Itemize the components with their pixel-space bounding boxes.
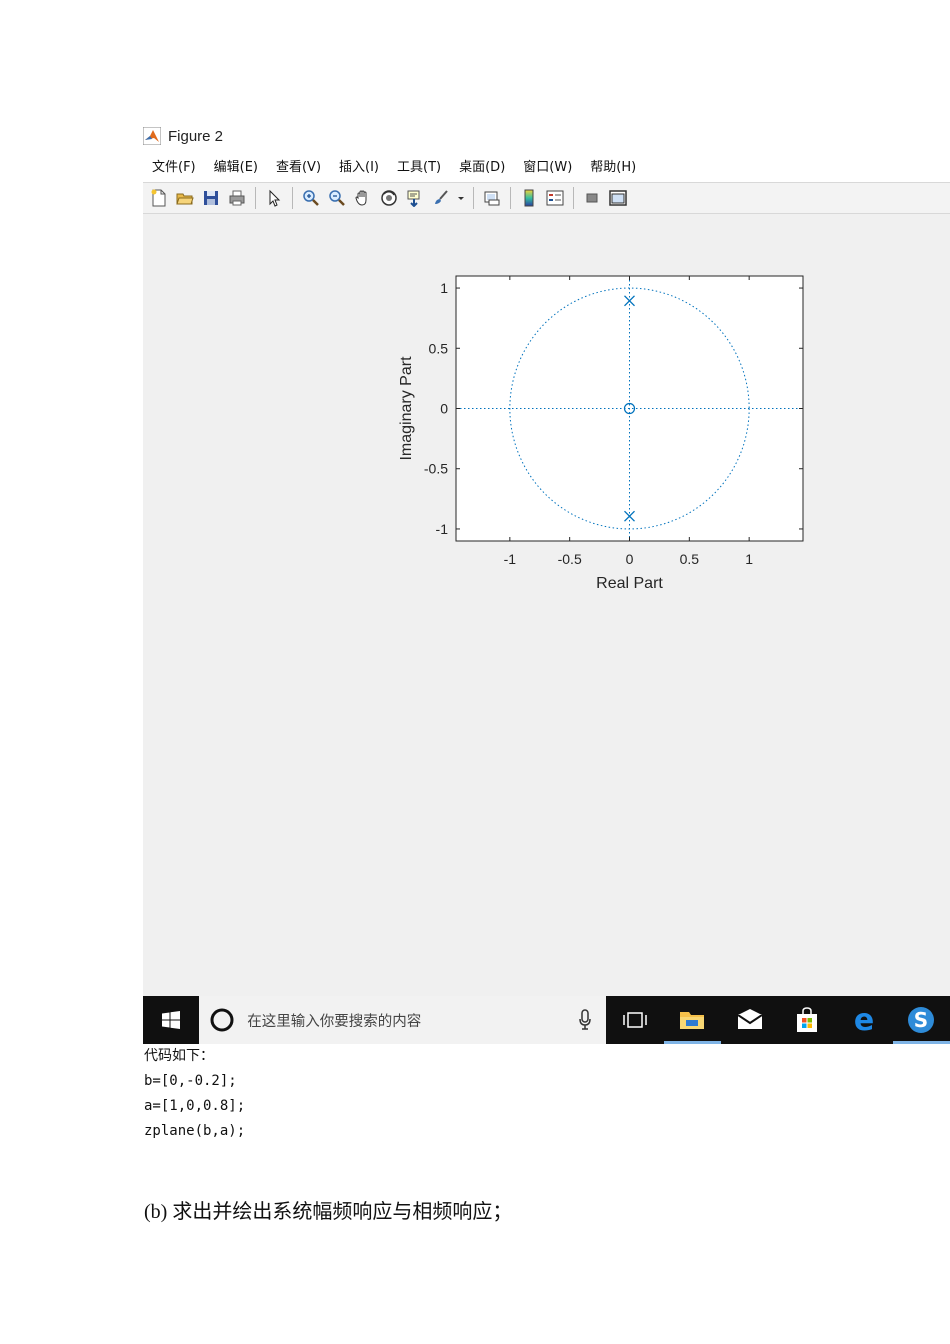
figure-title-bar: Figure 2 <box>143 124 223 148</box>
taskbar: 在这里输入你要搜索的内容 e S <box>143 996 950 1044</box>
toolbar-separator <box>473 187 474 209</box>
x-tick-label: -0.5 <box>558 551 582 567</box>
menu-file[interactable]: 文件(F) <box>152 156 196 175</box>
menu-tools[interactable]: 工具(T) <box>397 156 441 175</box>
menu-edit[interactable]: 编辑(E) <box>214 156 258 175</box>
link-plot-icon[interactable] <box>481 187 503 209</box>
data-cursor-icon[interactable] <box>404 187 426 209</box>
x-tick-label: 0.5 <box>680 551 700 567</box>
matlab-logo-icon <box>143 127 161 145</box>
save-icon[interactable] <box>200 187 222 209</box>
taskbar-search-box[interactable]: 在这里输入你要搜索的内容 <box>199 996 607 1044</box>
colorbar-icon[interactable] <box>518 187 540 209</box>
y-tick-label: 1 <box>440 280 448 296</box>
menu-bar: 文件(F) 编辑(E) 查看(V) 插入(I) 工具(T) 桌面(D) 窗口(W… <box>143 152 645 178</box>
y-tick-label: 0 <box>440 401 448 417</box>
section-b-heading: (b) 求出并绘出系统幅频响应与相频响应； <box>144 1201 513 1223</box>
menu-help[interactable]: 帮助(H) <box>590 156 636 175</box>
edge-icon[interactable]: e <box>835 996 892 1044</box>
y-tick-label: 0.5 <box>429 340 449 356</box>
y-tick-label: -1 <box>436 521 449 537</box>
dropdown-arrow-icon[interactable] <box>456 187 466 209</box>
open-file-icon[interactable] <box>174 187 196 209</box>
store-icon[interactable] <box>778 996 835 1044</box>
windows-start-icon[interactable] <box>143 996 199 1044</box>
menu-desktop[interactable]: 桌面(D) <box>459 156 505 175</box>
y-tick-label: -0.5 <box>424 461 448 477</box>
pointer-icon[interactable] <box>263 187 285 209</box>
x-tick-label: 1 <box>745 551 753 567</box>
x-axis-label: Real Part <box>596 575 663 592</box>
toolbar-separator <box>573 187 574 209</box>
pole-zero-plot: -1 -0.5 0 0.5 1 1 0.5 0 -0.5 -1 Real Part Imagina… <box>398 275 804 592</box>
code-line: a=[1,0,0.8]; <box>144 1098 246 1114</box>
svg-text:e: e <box>854 1006 874 1034</box>
figure-title: Figure 2 <box>168 127 224 145</box>
menu-view[interactable]: 查看(V) <box>276 156 321 175</box>
rotate-3d-icon[interactable] <box>378 187 400 209</box>
svg-text:S: S <box>914 1008 928 1032</box>
toolbar-separator <box>255 187 256 209</box>
new-figure-icon[interactable] <box>148 187 170 209</box>
cortana-icon[interactable] <box>209 1007 235 1033</box>
pan-hand-icon[interactable] <box>352 187 374 209</box>
sogou-icon[interactable]: S <box>892 996 950 1044</box>
file-explorer-icon[interactable] <box>663 996 722 1044</box>
code-line: zplane(b,a); <box>144 1123 246 1139</box>
figure-canvas: -1 -0.5 0 0.5 1 1 0.5 0 -0.5 -1 Real Part Imagina… <box>143 214 950 996</box>
menu-window[interactable]: 窗口(W) <box>523 156 572 175</box>
zoom-out-icon[interactable] <box>326 187 348 209</box>
x-tick-label: -1 <box>504 551 517 567</box>
x-tick-label: 0 <box>626 551 634 567</box>
code-line: b=[0,-0.2]; <box>144 1073 237 1089</box>
figure-toolbar <box>143 182 950 214</box>
toolbar-separator <box>510 187 511 209</box>
print-icon[interactable] <box>226 187 248 209</box>
y-axis-label: Imaginary Part <box>398 356 415 461</box>
code-intro-text: 代码如下： <box>144 1048 214 1064</box>
legend-icon[interactable] <box>544 187 566 209</box>
search-placeholder: 在这里输入你要搜索的内容 <box>247 1013 422 1030</box>
hide-tools-icon[interactable] <box>581 187 603 209</box>
toolbar-separator <box>292 187 293 209</box>
zoom-in-icon[interactable] <box>300 187 322 209</box>
microphone-icon[interactable] <box>578 1008 592 1032</box>
dock-icon[interactable] <box>607 187 629 209</box>
menu-insert[interactable]: 插入(I) <box>339 156 379 175</box>
brush-icon[interactable] <box>430 187 452 209</box>
task-view-icon[interactable] <box>606 996 663 1044</box>
mail-icon[interactable] <box>721 996 778 1044</box>
